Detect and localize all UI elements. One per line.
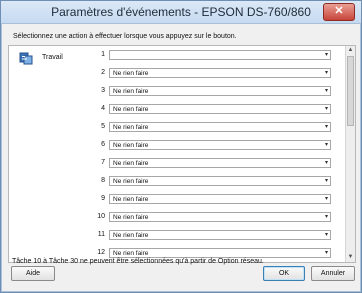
scrollbar-thumb[interactable] bbox=[347, 56, 354, 126]
action-select-value: Ne rien faire bbox=[113, 124, 149, 131]
title-bar[interactable]: Paramètres d'événements - EPSON DS-760/8… bbox=[1, 1, 361, 24]
cancel-button[interactable]: Annuler bbox=[311, 266, 355, 281]
row-number: 10 bbox=[97, 213, 105, 220]
row-number: 6 bbox=[101, 141, 105, 148]
instruction-text: Sélectionnez une action à effectuer lors… bbox=[13, 33, 237, 40]
chevron-down-icon[interactable]: ▾ bbox=[325, 159, 328, 168]
action-select[interactable]: Ne rien faire ▾ bbox=[109, 68, 331, 78]
row-number: 8 bbox=[101, 177, 105, 184]
action-select-value: Ne rien faire bbox=[113, 178, 149, 185]
scroll-down-icon[interactable]: ▼ bbox=[346, 253, 355, 262]
row-number: 3 bbox=[101, 87, 105, 94]
row-number: 4 bbox=[101, 105, 105, 112]
chevron-down-icon[interactable]: ▾ bbox=[325, 87, 328, 96]
action-select[interactable]: ▾ bbox=[109, 50, 331, 60]
event-settings-window: Paramètres d'événements - EPSON DS-760/8… bbox=[0, 0, 362, 293]
action-select-value: Ne rien faire bbox=[113, 106, 149, 113]
chevron-down-icon[interactable]: ▾ bbox=[325, 177, 328, 186]
row-number: 5 bbox=[101, 123, 105, 130]
action-select-value: Ne rien faire bbox=[113, 88, 149, 95]
chevron-down-icon[interactable]: ▾ bbox=[325, 213, 328, 222]
action-select[interactable]: Ne rien faire ▾ bbox=[109, 176, 331, 186]
action-select[interactable]: Ne rien faire ▾ bbox=[109, 212, 331, 222]
help-button[interactable]: Aide bbox=[11, 266, 55, 281]
row-number: 7 bbox=[101, 159, 105, 166]
action-select[interactable]: Ne rien faire ▾ bbox=[109, 122, 331, 132]
scroll-up-icon[interactable]: ▲ bbox=[346, 46, 355, 55]
action-select-value: Ne rien faire bbox=[113, 70, 149, 77]
action-select-value: Ne rien faire bbox=[113, 214, 149, 221]
action-select[interactable]: Ne rien faire ▾ bbox=[109, 248, 331, 258]
close-button[interactable]: ✕ bbox=[323, 3, 355, 21]
chevron-down-icon[interactable]: ▾ bbox=[325, 141, 328, 150]
row-number: 12 bbox=[97, 249, 105, 256]
action-select[interactable]: Ne rien faire ▾ bbox=[109, 194, 331, 204]
row-number: 2 bbox=[101, 69, 105, 76]
action-select-value: Ne rien faire bbox=[113, 142, 149, 149]
scanner-task-icon bbox=[19, 52, 33, 65]
vertical-scrollbar[interactable]: ▲ ▼ bbox=[345, 46, 355, 262]
action-select[interactable]: Ne rien faire ▾ bbox=[109, 158, 331, 168]
action-select[interactable]: Ne rien faire ▾ bbox=[109, 86, 331, 96]
ok-button[interactable]: OK bbox=[263, 266, 305, 281]
window-title: Paramètres d'événements - EPSON DS-760/8… bbox=[51, 5, 311, 19]
chevron-down-icon[interactable]: ▾ bbox=[325, 231, 328, 240]
action-select[interactable]: Ne rien faire ▾ bbox=[109, 230, 331, 240]
chevron-down-icon[interactable]: ▾ bbox=[325, 195, 328, 204]
chevron-down-icon[interactable]: ▾ bbox=[325, 51, 328, 60]
action-select[interactable]: Ne rien faire ▾ bbox=[109, 104, 331, 114]
chevron-down-icon[interactable]: ▾ bbox=[325, 249, 328, 258]
row-number: 1 bbox=[101, 51, 105, 58]
task-label: Travail bbox=[42, 54, 63, 61]
action-select-value: Ne rien faire bbox=[113, 232, 149, 239]
action-select-value: Ne rien faire bbox=[113, 196, 149, 203]
action-select-value: Ne rien faire bbox=[113, 160, 149, 167]
action-select[interactable]: Ne rien faire ▾ bbox=[109, 140, 331, 150]
chevron-down-icon[interactable]: ▾ bbox=[325, 105, 328, 114]
chevron-down-icon[interactable]: ▾ bbox=[325, 69, 328, 78]
chevron-down-icon[interactable]: ▾ bbox=[325, 123, 328, 132]
row-number: 9 bbox=[101, 195, 105, 202]
network-option-note: Tâche 10 à Tâche 30 ne peuvent être séle… bbox=[12, 258, 264, 265]
row-number: 11 bbox=[97, 231, 105, 238]
task-list-panel: Travail 1 ▾ 2 Ne rien faire ▾ 3 Ne rien faire ▾… bbox=[8, 45, 356, 263]
action-select-value: Ne rien faire bbox=[113, 250, 149, 257]
